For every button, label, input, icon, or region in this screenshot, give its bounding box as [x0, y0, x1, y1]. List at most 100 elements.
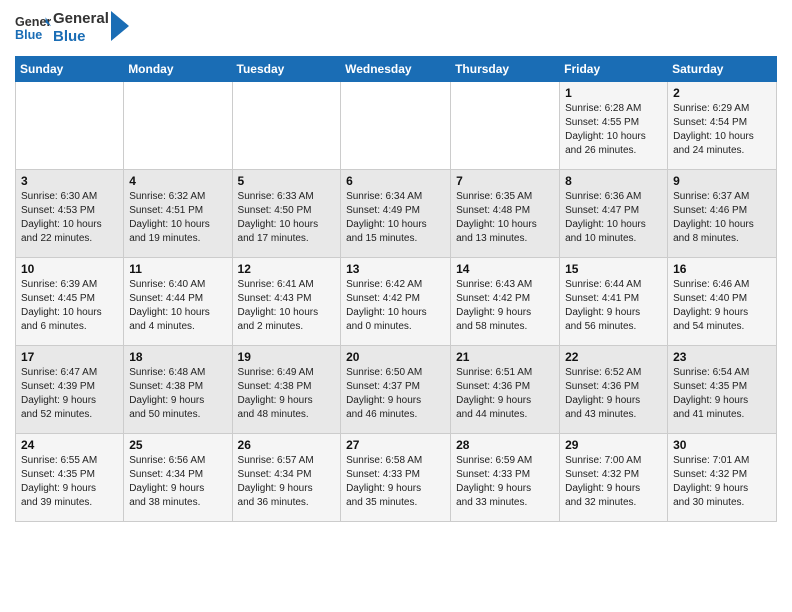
calendar-cell: 15 Sunrise: 6:44 AM Sunset: 4:41 PM Dayli… [560, 258, 668, 346]
weekday-header-wednesday: Wednesday [341, 57, 451, 82]
day-number: 27 [346, 438, 445, 452]
day-info: Sunrise: 7:00 AM Sunset: 4:32 PM Dayligh… [565, 454, 662, 510]
weekday-header-friday: Friday [560, 57, 668, 82]
day-info: Sunrise: 6:35 AM Sunset: 4:48 PM Dayligh… [456, 190, 554, 246]
calendar-cell: 5 Sunrise: 6:33 AM Sunset: 4:50 PM Daylig… [232, 170, 341, 258]
day-info: Sunrise: 6:34 AM Sunset: 4:49 PM Dayligh… [346, 190, 445, 246]
calendar-cell: 17 Sunrise: 6:47 AM Sunset: 4:39 PM Dayli… [16, 346, 124, 434]
day-info: Sunrise: 6:28 AM Sunset: 4:55 PM Dayligh… [565, 102, 662, 158]
day-number: 1 [565, 86, 662, 100]
week-row-1: 1 Sunrise: 6:28 AM Sunset: 4:55 PM Daylig… [16, 82, 777, 170]
logo-general: General [53, 10, 109, 28]
calendar-cell: 30 Sunrise: 7:01 AM Sunset: 4:32 PM Dayli… [668, 434, 777, 522]
day-info: Sunrise: 7:01 AM Sunset: 4:32 PM Dayligh… [673, 454, 771, 510]
day-info: Sunrise: 6:30 AM Sunset: 4:53 PM Dayligh… [21, 190, 118, 246]
day-number: 21 [456, 350, 554, 364]
day-number: 17 [21, 350, 118, 364]
day-info: Sunrise: 6:29 AM Sunset: 4:54 PM Dayligh… [673, 102, 771, 158]
day-number: 26 [238, 438, 336, 452]
weekday-header-tuesday: Tuesday [232, 57, 341, 82]
day-number: 11 [129, 262, 226, 276]
day-number: 14 [456, 262, 554, 276]
weekday-header-sunday: Sunday [16, 57, 124, 82]
logo-icon: General Blue [15, 10, 51, 46]
day-number: 23 [673, 350, 771, 364]
day-info: Sunrise: 6:41 AM Sunset: 4:43 PM Dayligh… [238, 278, 336, 334]
day-number: 15 [565, 262, 662, 276]
calendar-cell: 22Sunrise: 6:52 AM Sunset: 4:36 PM Dayli… [560, 346, 668, 434]
calendar-cell: 8 Sunrise: 6:36 AM Sunset: 4:47 PM Daylig… [560, 170, 668, 258]
day-info: Sunrise: 6:36 AM Sunset: 4:47 PM Dayligh… [565, 190, 662, 246]
calendar-cell: 23 Sunrise: 6:54 AM Sunset: 4:35 PM Dayli… [668, 346, 777, 434]
page: General Blue General Blue SundayMondayTu… [0, 0, 792, 612]
calendar-header: SundayMondayTuesdayWednesdayThursdayFrid… [16, 57, 777, 82]
logo: General Blue General Blue [15, 10, 129, 46]
day-number: 4 [129, 174, 226, 188]
calendar-cell [124, 82, 232, 170]
calendar-cell: 7 Sunrise: 6:35 AM Sunset: 4:48 PM Daylig… [451, 170, 560, 258]
calendar-cell: 19Sunrise: 6:49 AM Sunset: 4:38 PM Dayli… [232, 346, 341, 434]
header: General Blue General Blue [15, 10, 777, 46]
calendar-cell: 20 Sunrise: 6:50 AM Sunset: 4:37 PM Dayli… [341, 346, 451, 434]
calendar-cell: 21 Sunrise: 6:51 AM Sunset: 4:36 PM Dayli… [451, 346, 560, 434]
calendar-cell [451, 82, 560, 170]
calendar-cell: 25 Sunrise: 6:56 AM Sunset: 4:34 PM Dayli… [124, 434, 232, 522]
day-info: Sunrise: 6:37 AM Sunset: 4:46 PM Dayligh… [673, 190, 771, 246]
calendar-cell: 6 Sunrise: 6:34 AM Sunset: 4:49 PM Daylig… [341, 170, 451, 258]
day-info: Sunrise: 6:49 AM Sunset: 4:38 PM Dayligh… [238, 366, 336, 422]
day-info: Sunrise: 6:42 AM Sunset: 4:42 PM Dayligh… [346, 278, 445, 334]
calendar-cell: 1 Sunrise: 6:28 AM Sunset: 4:55 PM Daylig… [560, 82, 668, 170]
calendar-cell: 28Sunrise: 6:59 AM Sunset: 4:33 PM Dayli… [451, 434, 560, 522]
day-number: 2 [673, 86, 771, 100]
day-info: Sunrise: 6:50 AM Sunset: 4:37 PM Dayligh… [346, 366, 445, 422]
logo-arrow-icon [111, 11, 129, 41]
calendar-cell [341, 82, 451, 170]
day-info: Sunrise: 6:48 AM Sunset: 4:38 PM Dayligh… [129, 366, 226, 422]
calendar: SundayMondayTuesdayWednesdayThursdayFrid… [15, 56, 777, 522]
weekday-header-monday: Monday [124, 57, 232, 82]
calendar-cell: 27 Sunrise: 6:58 AM Sunset: 4:33 PM Dayli… [341, 434, 451, 522]
weekday-header-saturday: Saturday [668, 57, 777, 82]
day-number: 8 [565, 174, 662, 188]
day-info: Sunrise: 6:47 AM Sunset: 4:39 PM Dayligh… [21, 366, 118, 422]
calendar-cell: 16Sunrise: 6:46 AM Sunset: 4:40 PM Dayli… [668, 258, 777, 346]
week-row-3: 10 Sunrise: 6:39 AM Sunset: 4:45 PM Dayli… [16, 258, 777, 346]
day-info: Sunrise: 6:33 AM Sunset: 4:50 PM Dayligh… [238, 190, 336, 246]
calendar-cell: 2 Sunrise: 6:29 AM Sunset: 4:54 PM Daylig… [668, 82, 777, 170]
calendar-cell: 26 Sunrise: 6:57 AM Sunset: 4:34 PM Dayli… [232, 434, 341, 522]
day-number: 28 [456, 438, 554, 452]
day-info: Sunrise: 6:52 AM Sunset: 4:36 PM Dayligh… [565, 366, 662, 422]
day-info: Sunrise: 6:51 AM Sunset: 4:36 PM Dayligh… [456, 366, 554, 422]
day-number: 3 [21, 174, 118, 188]
day-info: Sunrise: 6:44 AM Sunset: 4:41 PM Dayligh… [565, 278, 662, 334]
day-number: 5 [238, 174, 336, 188]
day-info: Sunrise: 6:39 AM Sunset: 4:45 PM Dayligh… [21, 278, 118, 334]
logo-blue: Blue [53, 28, 109, 46]
day-number: 30 [673, 438, 771, 452]
calendar-cell: 12Sunrise: 6:41 AM Sunset: 4:43 PM Dayli… [232, 258, 341, 346]
day-info: Sunrise: 6:40 AM Sunset: 4:44 PM Dayligh… [129, 278, 226, 334]
calendar-cell: 9Sunrise: 6:37 AM Sunset: 4:46 PM Daylig… [668, 170, 777, 258]
calendar-cell: 4Sunrise: 6:32 AM Sunset: 4:51 PM Daylig… [124, 170, 232, 258]
day-info: Sunrise: 6:57 AM Sunset: 4:34 PM Dayligh… [238, 454, 336, 510]
calendar-cell: 14Sunrise: 6:43 AM Sunset: 4:42 PM Dayli… [451, 258, 560, 346]
day-info: Sunrise: 6:46 AM Sunset: 4:40 PM Dayligh… [673, 278, 771, 334]
day-info: Sunrise: 6:58 AM Sunset: 4:33 PM Dayligh… [346, 454, 445, 510]
calendar-cell: 3 Sunrise: 6:30 AM Sunset: 4:53 PM Daylig… [16, 170, 124, 258]
day-number: 18 [129, 350, 226, 364]
day-number: 6 [346, 174, 445, 188]
calendar-cell [232, 82, 341, 170]
day-number: 20 [346, 350, 445, 364]
day-number: 13 [346, 262, 445, 276]
day-info: Sunrise: 6:54 AM Sunset: 4:35 PM Dayligh… [673, 366, 771, 422]
calendar-cell: 10 Sunrise: 6:39 AM Sunset: 4:45 PM Dayli… [16, 258, 124, 346]
weekday-header-thursday: Thursday [451, 57, 560, 82]
week-row-2: 3 Sunrise: 6:30 AM Sunset: 4:53 PM Daylig… [16, 170, 777, 258]
day-number: 25 [129, 438, 226, 452]
day-number: 10 [21, 262, 118, 276]
calendar-cell: 13 Sunrise: 6:42 AM Sunset: 4:42 PM Dayli… [341, 258, 451, 346]
day-info: Sunrise: 6:56 AM Sunset: 4:34 PM Dayligh… [129, 454, 226, 510]
calendar-cell: 18 Sunrise: 6:48 AM Sunset: 4:38 PM Dayli… [124, 346, 232, 434]
day-number: 7 [456, 174, 554, 188]
day-number: 29 [565, 438, 662, 452]
